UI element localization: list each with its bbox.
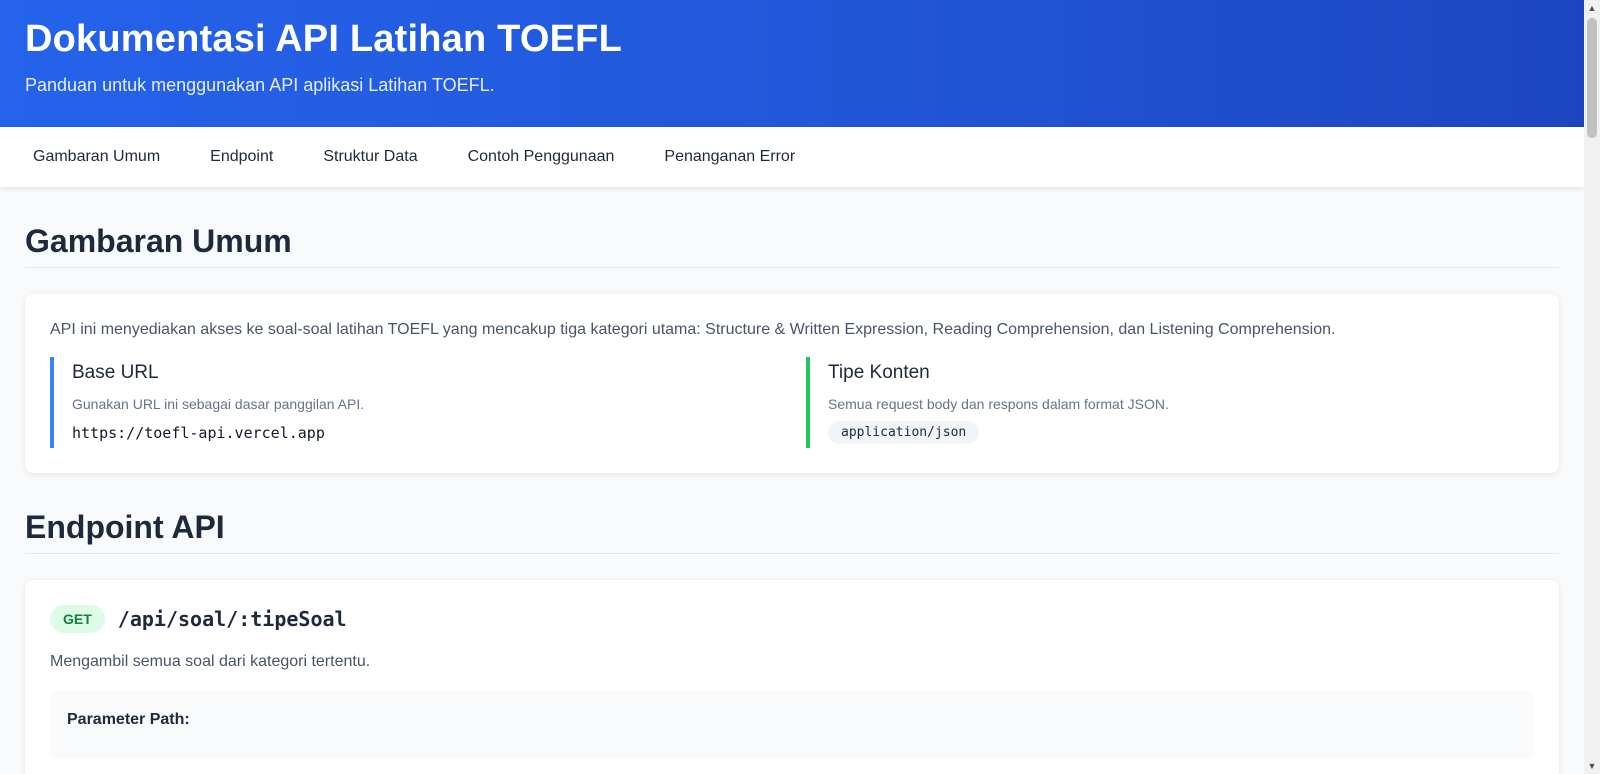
- base-url-title: Base URL: [72, 362, 159, 383]
- page: Dokumentasi API Latihan TOEFL Panduan un…: [0, 0, 1600, 774]
- overview-info-columns: Base URL Gunakan URL ini sebagai dasar p…: [50, 357, 1534, 448]
- scrollbar-thumb[interactable]: [1587, 18, 1597, 138]
- path-parameters-box: Parameter Path:: [50, 691, 1534, 759]
- base-url-block: Base URL Gunakan URL ini sebagai dasar p…: [50, 357, 778, 448]
- nav-link-penanganan-error[interactable]: Penanganan Error: [639, 127, 820, 187]
- main-content: Gambaran Umum API ini menyediakan akses …: [0, 187, 1584, 774]
- document-viewport[interactable]: Dokumentasi API Latihan TOEFL Panduan un…: [0, 0, 1584, 774]
- base-url-value: https://toefl-api.vercel.app: [72, 424, 325, 442]
- endpoint-description: Mengambil semua soal dari kategori terte…: [50, 653, 371, 670]
- nav-link-endpoint[interactable]: Endpoint: [185, 127, 298, 187]
- vertical-scrollbar[interactable]: ▲ ▼: [1584, 0, 1600, 774]
- path-parameters-title: Parameter Path:: [67, 711, 190, 728]
- page-subtitle: Panduan untuk menggunakan API aplikasi L…: [25, 75, 495, 95]
- endpoints-section: Endpoint API GET /api/soal/:tipeSoal Men…: [25, 473, 1559, 774]
- overview-section: Gambaran Umum API ini menyediakan akses …: [25, 187, 1559, 473]
- triangle-up-icon[interactable]: ▲: [1584, 0, 1600, 16]
- endpoints-heading: Endpoint API: [25, 473, 1559, 554]
- overview-description: API ini menyediakan akses ke soal-soal l…: [50, 321, 1336, 338]
- base-url-description: Gunakan URL ini sebagai dasar panggilan …: [72, 396, 365, 412]
- nav-link-struktur-data[interactable]: Struktur Data: [298, 127, 442, 187]
- page-header: Dokumentasi API Latihan TOEFL Panduan un…: [0, 0, 1584, 127]
- top-nav: Gambaran Umum Endpoint Struktur Data Con…: [0, 127, 1584, 187]
- nav-link-gambaran-umum[interactable]: Gambaran Umum: [8, 127, 185, 187]
- endpoint-card: GET /api/soal/:tipeSoal Mengambil semua …: [25, 580, 1559, 774]
- method-badge: GET: [50, 605, 105, 633]
- content-type-description: Semua request body dan respons dalam for…: [828, 396, 1169, 412]
- content-type-value: application/json: [828, 421, 980, 444]
- content-type-block: Tipe Konten Semua request body dan respo…: [806, 357, 1534, 448]
- endpoint-header: GET /api/soal/:tipeSoal: [50, 605, 1534, 633]
- overview-card: API ini menyediakan akses ke soal-soal l…: [25, 294, 1559, 473]
- triangle-down-icon[interactable]: ▼: [1584, 758, 1600, 774]
- content-type-title: Tipe Konten: [828, 362, 930, 383]
- endpoint-path: /api/soal/:tipeSoal: [117, 607, 347, 631]
- nav-link-contoh-penggunaan[interactable]: Contoh Penggunaan: [443, 127, 640, 187]
- page-title: Dokumentasi API Latihan TOEFL: [25, 18, 622, 60]
- overview-heading: Gambaran Umum: [25, 187, 1559, 268]
